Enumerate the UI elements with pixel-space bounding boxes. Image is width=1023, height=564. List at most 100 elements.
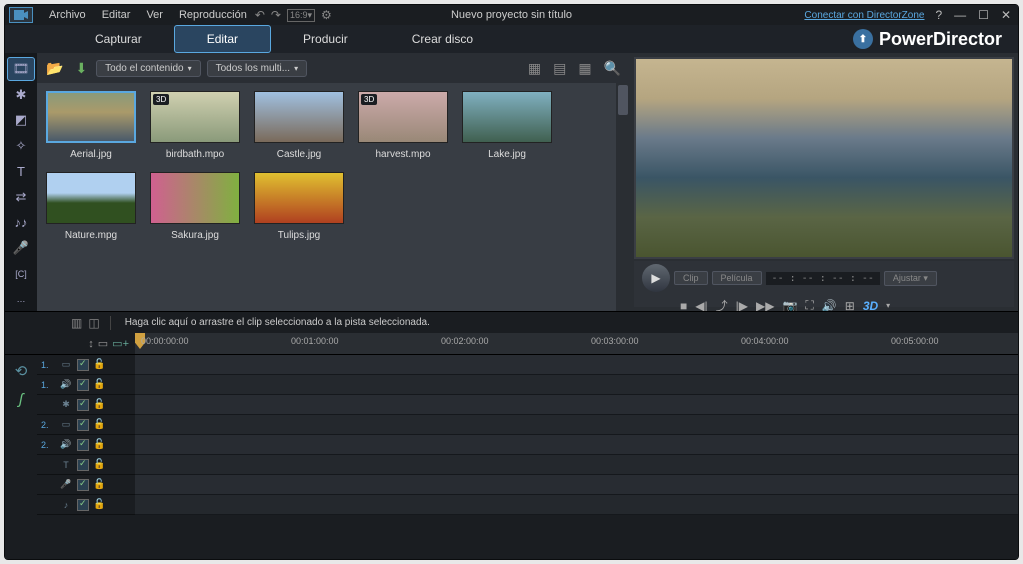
import-folder-icon[interactable]: 📂 bbox=[43, 60, 66, 77]
clip-mode-button[interactable]: Clip bbox=[674, 271, 708, 285]
tab-producir[interactable]: Producir bbox=[271, 25, 380, 53]
track-enable-checkbox[interactable] bbox=[77, 479, 89, 491]
menu-ver[interactable]: Ver bbox=[138, 9, 171, 21]
track-lane-6[interactable] bbox=[135, 475, 1018, 495]
thumbnail-0[interactable]: Aerial.jpg bbox=[45, 91, 137, 160]
track-lane-0[interactable] bbox=[135, 355, 1018, 375]
undo-icon[interactable]: ↶ bbox=[255, 8, 265, 22]
main-area: 🎞 ✱ ◩ ✧ T ⇄ ♪♪ 🎤 [C] … 📂 ⬇ Todo el conte… bbox=[5, 53, 1018, 559]
track-header-7[interactable]: ♪🔓 bbox=[37, 495, 135, 515]
thumbnail-3[interactable]: 3Dharvest.mpo bbox=[357, 91, 449, 160]
thumbnail-image bbox=[254, 91, 344, 143]
gear-icon[interactable]: ⚙ bbox=[321, 8, 332, 22]
thumbnail-5[interactable]: Nature.mpg bbox=[45, 172, 137, 241]
timecode-display: -- : -- : -- : -- bbox=[766, 272, 880, 285]
chapter-room-icon[interactable]: [C] bbox=[7, 262, 35, 286]
transition-room-icon[interactable]: ⇄ bbox=[7, 185, 35, 209]
track-lane-4[interactable] bbox=[135, 435, 1018, 455]
help-icon[interactable]: ? bbox=[932, 8, 945, 22]
track-lane-2[interactable] bbox=[135, 395, 1018, 415]
content-filter-dropdown[interactable]: Todo el contenido bbox=[96, 60, 200, 77]
play-button[interactable]: ▶ bbox=[642, 264, 670, 292]
tool2-icon[interactable]: ◫ bbox=[88, 316, 99, 330]
timeline-tool1-icon[interactable]: ⟲ bbox=[9, 359, 33, 383]
voice-room-icon[interactable]: 🎤 bbox=[7, 236, 35, 260]
track-header-3[interactable]: 2.▭🔓 bbox=[37, 415, 135, 435]
pip-room-icon[interactable]: ◩ bbox=[7, 108, 35, 132]
track-enable-checkbox[interactable] bbox=[77, 399, 89, 411]
library-view3-icon[interactable]: ▦ bbox=[575, 60, 594, 77]
thumbnail-label: Tulips.jpg bbox=[278, 230, 320, 241]
track-lock-icon[interactable]: 🔓 bbox=[93, 399, 105, 410]
thumbnail-image: 3D bbox=[358, 91, 448, 143]
track-enable-checkbox[interactable] bbox=[77, 379, 89, 391]
title-room-icon[interactable]: T bbox=[7, 160, 35, 184]
3d-dropdown-icon[interactable]: ▾ bbox=[886, 301, 890, 310]
track-enable-checkbox[interactable] bbox=[77, 439, 89, 451]
library-view1-icon[interactable]: ▦ bbox=[525, 60, 544, 77]
track-lane-1[interactable] bbox=[135, 375, 1018, 395]
library-view2-icon[interactable]: ▤ bbox=[550, 60, 569, 77]
media-filter-dropdown[interactable]: Todos los multi... bbox=[207, 60, 308, 77]
redo-icon[interactable]: ↷ bbox=[271, 8, 281, 22]
thumbnail-4[interactable]: Lake.jpg bbox=[461, 91, 553, 160]
movie-mode-button[interactable]: Película bbox=[712, 271, 762, 285]
aspect-icon[interactable]: 16:9▾ bbox=[287, 9, 315, 22]
thumbnail-1[interactable]: 3Dbirdbath.mpo bbox=[149, 91, 241, 160]
track-enable-checkbox[interactable] bbox=[77, 359, 89, 371]
maximize-icon[interactable]: ☐ bbox=[975, 8, 992, 22]
track-lock-icon[interactable]: 🔓 bbox=[93, 359, 105, 370]
track-lanes[interactable] bbox=[135, 355, 1018, 559]
audio-room-icon[interactable]: ♪♪ bbox=[7, 211, 35, 235]
track-lock-icon[interactable]: 🔓 bbox=[93, 439, 105, 450]
track-enable-checkbox[interactable] bbox=[77, 419, 89, 431]
tab-crear-disco[interactable]: Crear disco bbox=[380, 25, 505, 53]
track-lock-icon[interactable]: 🔓 bbox=[93, 419, 105, 430]
track-lane-5[interactable] bbox=[135, 455, 1018, 475]
track-type-icon: 🔊 bbox=[59, 379, 73, 390]
track-enable-checkbox[interactable] bbox=[77, 459, 89, 471]
menu-reproduccion[interactable]: Reproducción bbox=[171, 9, 255, 21]
thumbnail-6[interactable]: Sakura.jpg bbox=[149, 172, 241, 241]
menu-editar[interactable]: Editar bbox=[94, 9, 139, 21]
thumbnail-7[interactable]: Tulips.jpg bbox=[253, 172, 345, 241]
track-manager-icon[interactable]: ↕ bbox=[88, 338, 94, 350]
fit-dropdown[interactable]: Ajustar ▾ bbox=[884, 271, 937, 286]
track-lane-3[interactable] bbox=[135, 415, 1018, 435]
library-search-icon[interactable]: 🔍 bbox=[601, 60, 624, 77]
add-track-icon[interactable]: ▭+ bbox=[112, 337, 129, 350]
directorzone-link[interactable]: Conectar con DirectorZone bbox=[804, 10, 924, 21]
minimize-icon[interactable]: — bbox=[951, 8, 969, 22]
track-lock-icon[interactable]: 🔓 bbox=[93, 459, 105, 470]
track-header-4[interactable]: 2.🔊🔓 bbox=[37, 435, 135, 455]
timeline-ruler[interactable]: ↕ ▭ ▭+ 00:00:00:0000:01:00:0000:02:00:00… bbox=[5, 333, 1018, 355]
library-toolbar: 📂 ⬇ Todo el contenido Todos los multi...… bbox=[37, 53, 630, 83]
particle-room-icon[interactable]: ✧ bbox=[7, 134, 35, 158]
preview-screen[interactable] bbox=[634, 57, 1014, 259]
media-room-icon[interactable]: 🎞 bbox=[7, 57, 35, 81]
menu-archivo[interactable]: Archivo bbox=[41, 9, 94, 21]
fx-room-icon[interactable]: ✱ bbox=[7, 83, 35, 107]
timeline-tool2-icon[interactable]: ʃ bbox=[9, 387, 33, 411]
track-view-icon[interactable]: ▭ bbox=[98, 337, 108, 350]
track-enable-checkbox[interactable] bbox=[77, 499, 89, 511]
subtitle-room-icon[interactable]: … bbox=[7, 287, 35, 311]
track-lock-icon[interactable]: 🔓 bbox=[93, 379, 105, 390]
tab-capturar[interactable]: Capturar bbox=[63, 25, 174, 53]
track-header-2[interactable]: ✱🔓 bbox=[37, 395, 135, 415]
3d-badge: 3D bbox=[153, 94, 169, 105]
track-lock-icon[interactable]: 🔓 bbox=[93, 499, 105, 510]
track-header-6[interactable]: 🎤🔓 bbox=[37, 475, 135, 495]
split-icon[interactable]: ▥ bbox=[71, 316, 82, 330]
track-header-1[interactable]: 1.🔊🔓 bbox=[37, 375, 135, 395]
tab-editar[interactable]: Editar bbox=[174, 25, 271, 53]
close-icon[interactable]: ✕ bbox=[998, 8, 1014, 22]
track-lane-7[interactable] bbox=[135, 495, 1018, 515]
thumbnail-2[interactable]: Castle.jpg bbox=[253, 91, 345, 160]
track-header-0[interactable]: 1.▭🔓 bbox=[37, 355, 135, 375]
track-header-5[interactable]: T🔓 bbox=[37, 455, 135, 475]
library-scrollbar[interactable] bbox=[616, 83, 630, 311]
mode-tabs: Capturar Editar Producir Crear disco ⬆ P… bbox=[5, 25, 1018, 53]
download-icon[interactable]: ⬇ bbox=[72, 60, 90, 77]
track-lock-icon[interactable]: 🔓 bbox=[93, 479, 105, 490]
